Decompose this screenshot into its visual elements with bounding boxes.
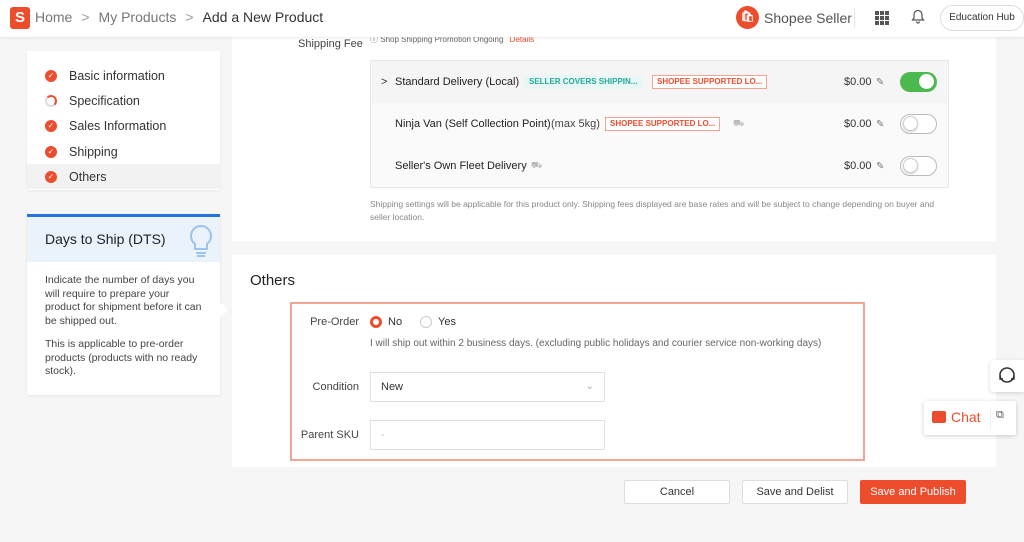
dts-tip-paragraph: Indicate the number of days you will req… bbox=[45, 274, 202, 327]
shipping-fee-value: $0.00 bbox=[844, 160, 872, 172]
breadcrumb-home[interactable]: Home bbox=[35, 9, 72, 25]
nav-item-label: Sales Information bbox=[69, 118, 167, 133]
shipping-channel-name: Seller's Own Fleet Delivery bbox=[395, 160, 527, 172]
save-and-publish-button[interactable]: Save and Publish bbox=[860, 480, 966, 504]
edit-pencil-icon[interactable]: ✎ bbox=[876, 119, 884, 130]
lightbulb-icon bbox=[186, 223, 216, 262]
shipping-channel-note: (max 5kg) bbox=[551, 118, 600, 130]
chevron-right-icon[interactable]: > bbox=[381, 76, 387, 88]
dts-tip-body: Indicate the number of days you will req… bbox=[27, 262, 220, 379]
parent-sku-label: Parent SKU bbox=[300, 429, 359, 441]
preorder-yes-radio[interactable] bbox=[420, 316, 432, 328]
shipping-note: Shipping settings will be applicable for… bbox=[370, 199, 935, 222]
nav-item-label: Specification bbox=[69, 93, 140, 108]
shopee-seller-label[interactable]: Shopee Seller bbox=[764, 10, 852, 26]
nav-item-label: Shipping bbox=[69, 144, 118, 159]
edit-pencil-icon[interactable]: ✎ bbox=[876, 77, 884, 88]
nav-item-others[interactable]: ✓ Others bbox=[27, 164, 220, 189]
nav-item-sales-information[interactable]: ✓ Sales Information bbox=[27, 113, 220, 138]
breadcrumb: Home > My Products > Add a New Product bbox=[35, 9, 323, 25]
check-icon: ✓ bbox=[45, 170, 57, 183]
cancel-button[interactable]: Cancel bbox=[624, 480, 730, 504]
save-and-delist-button[interactable]: Save and Delist bbox=[742, 480, 848, 504]
chevron-down-icon: ⌄ bbox=[585, 381, 594, 392]
truck-icon: ⛟ bbox=[531, 160, 543, 170]
expand-icon[interactable]: ⧉ bbox=[996, 409, 1004, 422]
nav-item-label: Basic information bbox=[69, 68, 165, 83]
breadcrumb-separator: > bbox=[81, 9, 90, 25]
shipping-row: Seller's Own Fleet Delivery ⛟ $0.00 ✎ bbox=[371, 145, 948, 187]
shipping-channel-name: Standard Delivery (Local) bbox=[395, 76, 520, 88]
condition-value: New bbox=[381, 381, 404, 393]
apps-grid-icon[interactable] bbox=[875, 11, 889, 25]
chat-bubble-icon bbox=[932, 411, 946, 423]
notification-bell-icon[interactable] bbox=[911, 9, 925, 28]
dts-tip-paragraph: This is applicable to pre-order products… bbox=[45, 338, 198, 377]
shipping-fee-label: Shipping Fee bbox=[298, 38, 363, 50]
shipping-tag: SHOPEE SUPPORTED LO... bbox=[605, 117, 721, 131]
dts-tip-header: Days to Ship (DTS) bbox=[27, 214, 220, 262]
preorder-yes-label[interactable]: Yes bbox=[438, 316, 456, 328]
preorder-no-label[interactable]: No bbox=[388, 316, 402, 328]
shopee-logo-icon[interactable]: S bbox=[10, 7, 30, 29]
truck-icon: ⛟ bbox=[733, 118, 745, 128]
nav-item-shipping[interactable]: ✓ Shipping bbox=[27, 139, 220, 164]
dts-tip-card: Days to Ship (DTS) Indicate the number o… bbox=[27, 214, 220, 395]
shipping-fee-value: $0.00 bbox=[844, 76, 872, 88]
chat-widget[interactable]: Chat ⧉ bbox=[924, 401, 1016, 435]
check-icon: ✓ bbox=[45, 145, 57, 158]
shipping-channels-table: > Standard Delivery (Local) SELLER COVER… bbox=[370, 60, 949, 188]
breadcrumb-my-products[interactable]: My Products bbox=[99, 9, 177, 25]
breadcrumb-separator: > bbox=[185, 9, 194, 25]
chat-divider bbox=[990, 407, 991, 429]
top-bar: S Home > My Products > Add a New Product… bbox=[0, 0, 1024, 37]
condition-select[interactable]: New ⌄ bbox=[370, 372, 605, 402]
dts-tip-title: Days to Ship (DTS) bbox=[45, 231, 166, 247]
breadcrumb-current: Add a New Product bbox=[202, 9, 324, 25]
preorder-hint: I will ship out within 2 business days. … bbox=[370, 338, 822, 349]
nav-item-basic-information[interactable]: ✓ Basic information bbox=[27, 63, 220, 88]
education-hub-button[interactable]: Education Hub bbox=[940, 5, 1024, 31]
nav-item-label: Others bbox=[69, 169, 107, 184]
shipping-tag: SHOPEE SUPPORTED LO... bbox=[652, 75, 768, 89]
condition-label: Condition bbox=[312, 381, 359, 393]
shipping-fee-value: $0.00 bbox=[844, 118, 872, 130]
progress-circle-icon bbox=[45, 94, 57, 107]
shipping-toggle[interactable] bbox=[900, 156, 937, 176]
shipping-toggle[interactable] bbox=[900, 72, 937, 92]
preorder-no-radio[interactable] bbox=[370, 316, 382, 328]
shipping-row: Ninja Van (Self Collection Point) (max 5… bbox=[371, 103, 948, 145]
nav-item-specification[interactable]: Specification bbox=[27, 88, 220, 113]
customer-service-icon[interactable] bbox=[990, 360, 1024, 392]
check-icon: ✓ bbox=[45, 69, 57, 82]
preorder-label: Pre-Order bbox=[310, 316, 359, 328]
shipping-channel-name: Ninja Van (Self Collection Point) bbox=[395, 118, 551, 130]
shipping-toggle[interactable] bbox=[900, 114, 937, 134]
check-icon: ✓ bbox=[45, 119, 57, 132]
parent-sku-input[interactable]: - bbox=[370, 420, 605, 450]
edit-pencil-icon[interactable]: ✎ bbox=[876, 161, 884, 172]
shopee-bag-icon: 🛍 bbox=[736, 6, 759, 29]
shipping-tag: SELLER COVERS SHIPPIN... bbox=[524, 75, 643, 89]
chat-label[interactable]: Chat bbox=[951, 409, 981, 425]
header-divider bbox=[854, 8, 855, 28]
shipping-row: > Standard Delivery (Local) SELLER COVER… bbox=[371, 61, 948, 103]
section-nav: ✓ Basic information Specification ✓ Sale… bbox=[27, 51, 220, 190]
others-title: Others bbox=[250, 272, 296, 289]
